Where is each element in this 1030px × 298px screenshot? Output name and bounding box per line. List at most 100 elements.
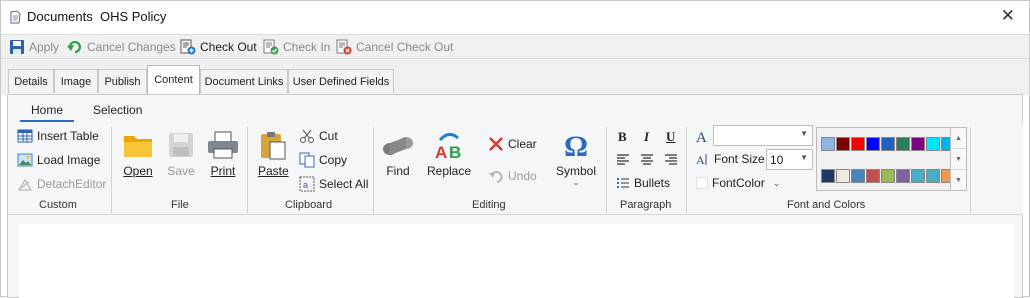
- color-swatch[interactable]: [821, 137, 835, 151]
- font-color-label: FontColor: [712, 176, 765, 190]
- undo-icon: [489, 171, 503, 183]
- tab-image[interactable]: Image: [54, 69, 98, 93]
- cancel-changes-button[interactable]: Cancel Changes: [67, 38, 176, 56]
- scroll-down-icon[interactable]: ▼: [951, 149, 966, 170]
- tab-details[interactable]: Details: [8, 69, 54, 93]
- insert-table-button[interactable]: Insert Table: [17, 128, 99, 144]
- content-editor[interactable]: [19, 224, 1014, 298]
- paste-button[interactable]: Paste: [258, 130, 289, 178]
- table-icon: [17, 129, 33, 143]
- align-right-icon[interactable]: [664, 153, 678, 165]
- check-in-label: Check In: [283, 40, 331, 54]
- replace-label: Replace: [427, 164, 472, 178]
- group-label-file: File: [171, 199, 189, 211]
- check-in-button[interactable]: Check In: [263, 38, 330, 56]
- load-image-button[interactable]: Load Image: [17, 152, 100, 168]
- scroll-up-icon[interactable]: ▲: [951, 128, 966, 149]
- color-swatch[interactable]: [866, 137, 880, 151]
- bullets-label: Bullets: [634, 176, 671, 190]
- tab-content[interactable]: Content: [147, 65, 200, 94]
- color-swatch[interactable]: [896, 169, 910, 183]
- cancel-check-out-icon: [336, 39, 352, 55]
- select-all-button[interactable]: a Select All: [299, 176, 368, 192]
- tab-publish[interactable]: Publish: [98, 69, 147, 93]
- svg-text:A: A: [696, 153, 705, 166]
- save-disk-icon: [169, 133, 193, 157]
- paste-label: Paste: [258, 164, 289, 178]
- color-swatch[interactable]: [821, 169, 835, 183]
- apply-button[interactable]: Apply: [9, 38, 59, 56]
- group-divider: [970, 127, 971, 213]
- ribbon-tab-selection[interactable]: Selection: [93, 103, 142, 117]
- underline-button[interactable]: U: [666, 129, 675, 145]
- group-divider: [373, 127, 374, 213]
- font-size-icon: A: [696, 153, 707, 166]
- color-swatch[interactable]: [911, 137, 925, 151]
- group-label-custom: Custom: [39, 199, 77, 211]
- save-button[interactable]: Save: [166, 130, 196, 178]
- find-label: Find: [386, 164, 410, 178]
- font-name-dropdown[interactable]: ▼: [713, 125, 813, 146]
- tab-user-defined-fields[interactable]: User Defined Fields: [288, 69, 394, 93]
- symbol-button[interactable]: Ω Symbol ⌄: [556, 130, 596, 187]
- cut-button[interactable]: Cut: [299, 128, 338, 144]
- clear-label: Clear: [508, 137, 537, 151]
- open-button[interactable]: Open: [122, 130, 154, 178]
- find-button[interactable]: Find: [381, 130, 415, 178]
- group-divider: [247, 127, 248, 213]
- check-out-label: Check Out: [200, 40, 257, 54]
- color-swatch[interactable]: [926, 169, 940, 183]
- align-left-icon[interactable]: [616, 153, 630, 165]
- print-button[interactable]: Print: [206, 130, 240, 178]
- bullets-button[interactable]: Bullets: [616, 176, 670, 190]
- color-swatch[interactable]: [836, 137, 850, 151]
- detach-editor-button[interactable]: DetachEditor: [17, 176, 106, 192]
- font-icon: A: [696, 130, 707, 144]
- insert-table-label: Insert Table: [37, 129, 99, 143]
- font-size-dropdown[interactable]: 10 ▼: [766, 149, 813, 170]
- expand-gallery-icon[interactable]: ▼: [951, 170, 966, 191]
- load-image-label: Load Image: [37, 153, 101, 167]
- ribbon-tab-home[interactable]: Home: [31, 103, 63, 117]
- color-gallery-scroll[interactable]: ▲ ▼ ▼: [950, 127, 967, 191]
- tab-strip: Details Image Publish Content Document L…: [1, 59, 1029, 95]
- copy-icon: [299, 152, 315, 168]
- cut-label: Cut: [319, 129, 338, 143]
- italic-button[interactable]: I: [644, 129, 649, 145]
- chevron-down-icon: ⌄: [572, 178, 580, 187]
- tab-document-links[interactable]: Document Links: [200, 69, 288, 93]
- clear-button[interactable]: Clear: [488, 136, 537, 152]
- undo-button[interactable]: Undo: [488, 168, 537, 184]
- replace-icon: AB: [435, 133, 461, 160]
- chevron-down-icon: ▼: [800, 153, 808, 162]
- font-color-button[interactable]: FontColor ⌄: [696, 176, 780, 190]
- check-out-button[interactable]: Check Out: [180, 38, 257, 56]
- align-center-icon[interactable]: [640, 153, 654, 165]
- main-toolbar: Apply Cancel Changes Check Out Check In …: [1, 34, 1029, 59]
- font-size-label: Font Size: [714, 152, 765, 166]
- color-swatch[interactable]: [881, 169, 895, 183]
- color-swatch[interactable]: [851, 137, 865, 151]
- color-swatch[interactable]: [836, 169, 850, 183]
- detach-icon: [18, 179, 32, 191]
- group-label-clipboard: Clipboard: [285, 199, 333, 211]
- bold-button[interactable]: B: [618, 129, 627, 145]
- bullet-list-icon: [617, 178, 629, 188]
- color-row: [821, 169, 955, 183]
- color-swatch[interactable]: [896, 137, 910, 151]
- color-swatch[interactable]: [851, 169, 865, 183]
- copy-button[interactable]: Copy: [299, 152, 347, 168]
- color-swatch[interactable]: [866, 169, 880, 183]
- open-label: Open: [123, 164, 153, 178]
- replace-button[interactable]: AB Replace: [427, 130, 471, 178]
- undo-arrow-icon: [67, 40, 81, 54]
- color-swatch[interactable]: [881, 137, 895, 151]
- undo-label: Undo: [508, 169, 537, 183]
- check-out-icon: [180, 39, 196, 55]
- color-swatch[interactable]: [911, 169, 925, 183]
- close-icon[interactable]: ✕: [1001, 7, 1015, 25]
- cancel-check-out-button[interactable]: Cancel Check Out: [336, 38, 453, 56]
- svg-text:A: A: [696, 130, 707, 144]
- image-icon: [17, 153, 33, 167]
- color-swatch[interactable]: [926, 137, 940, 151]
